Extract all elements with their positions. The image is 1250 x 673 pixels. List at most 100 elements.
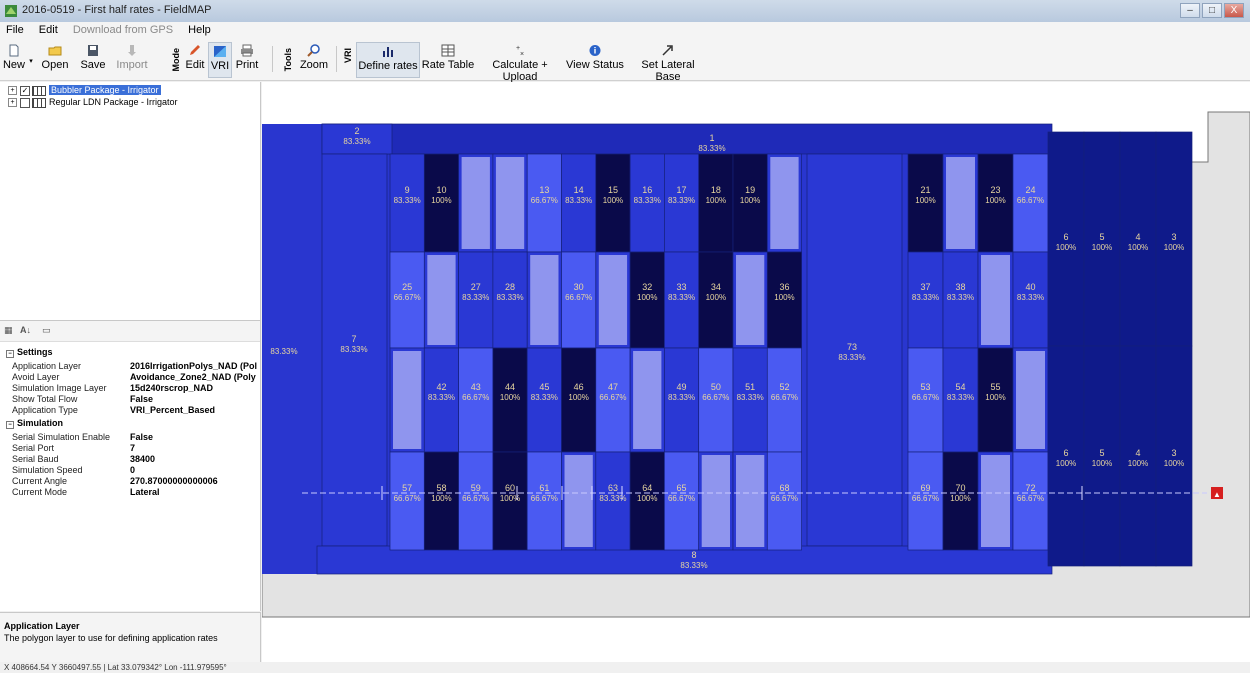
rate-zone-highlight bbox=[427, 255, 456, 345]
property-row[interactable]: Application Type VRI_Percent_Based bbox=[0, 405, 260, 415]
property-value[interactable]: VRI_Percent_Based bbox=[130, 405, 260, 415]
import-label: Import bbox=[116, 59, 148, 71]
import-button[interactable]: Import bbox=[114, 42, 150, 76]
zone-id-label: 53 bbox=[920, 382, 930, 392]
minimize-button[interactable]: – bbox=[1180, 3, 1200, 18]
zone-rate-label: 83.33% bbox=[496, 293, 523, 302]
property-row[interactable]: Application Layer 2016IrrigationPolys_NAD… bbox=[0, 361, 260, 371]
map-view[interactable]: 1 83.33% 2 83.33% 7 83.33% 83.33% 73 83.33% 8 83.3… bbox=[262, 82, 1250, 662]
zone-id-label: 38 bbox=[955, 282, 965, 292]
magnifier-icon bbox=[307, 44, 320, 57]
property-row[interactable]: Serial Port 7 bbox=[0, 443, 260, 453]
layer-name[interactable]: Regular LDN Package - Irrigator bbox=[49, 97, 178, 107]
zone-id-label: 40 bbox=[1025, 282, 1035, 292]
zone-id-label: 58 bbox=[436, 483, 446, 493]
rate-zone-highlight bbox=[495, 157, 525, 249]
settings-category[interactable]: − Settings bbox=[0, 347, 53, 359]
property-value[interactable]: 38400 bbox=[130, 454, 260, 464]
property-row[interactable]: Serial Baud 38400 bbox=[0, 454, 260, 464]
zone-rate-label: 66.67% bbox=[771, 393, 798, 402]
property-row[interactable]: Simulation Image Layer 15d240rscrop_NAD bbox=[0, 383, 260, 393]
zone-id-label: 47 bbox=[608, 382, 618, 392]
zone-rate-label: 66.67% bbox=[531, 494, 558, 503]
property-value[interactable]: 15d240rscrop_NAD bbox=[130, 383, 260, 393]
description-title: Application Layer bbox=[4, 621, 80, 631]
property-value[interactable]: 270.87000000000006 bbox=[130, 476, 260, 486]
menu-edit[interactable]: Edit bbox=[33, 22, 64, 36]
zone-rate-label: 100% bbox=[706, 293, 726, 302]
property-row[interactable]: Show Total Flow False bbox=[0, 394, 260, 404]
new-file-icon bbox=[9, 44, 19, 57]
layer-row[interactable]: + Regular LDN Package - Irrigator bbox=[8, 97, 178, 109]
rate-table-button[interactable]: Rate Table bbox=[420, 42, 476, 76]
zoom-button[interactable]: Zoom bbox=[298, 42, 330, 76]
set-lateral-base-button[interactable]: Set Lateral Base bbox=[628, 42, 708, 83]
zone-rate-label: 83.33% bbox=[680, 561, 707, 570]
property-row[interactable]: Current Mode Lateral bbox=[0, 487, 260, 497]
property-row[interactable]: Simulation Speed 0 bbox=[0, 465, 260, 475]
property-pages-icon[interactable]: ▭ bbox=[42, 325, 51, 336]
property-value[interactable]: 2016IrrigationPolys_NAD (Pol bbox=[130, 361, 260, 371]
property-row[interactable]: Current Angle 270.87000000000006 bbox=[0, 476, 260, 486]
vri-mode-button[interactable]: VRI bbox=[208, 42, 232, 78]
collapse-icon[interactable]: − bbox=[6, 421, 14, 429]
maximize-button[interactable]: □ bbox=[1202, 3, 1222, 18]
calculate-upload-button[interactable]: + × Calculate + Upload bbox=[478, 42, 562, 83]
property-value[interactable]: 7 bbox=[130, 443, 260, 453]
new-dropdown-arrow[interactable]: ▾ bbox=[28, 42, 34, 76]
property-value[interactable]: Avoidance_Zone2_NAD (Poly bbox=[130, 372, 260, 382]
rate-zone-highlight bbox=[393, 351, 422, 449]
checkbox-unchecked-icon[interactable] bbox=[20, 97, 30, 108]
categorized-view-icon[interactable]: ▦ bbox=[4, 325, 13, 336]
property-value[interactable]: False bbox=[130, 432, 260, 442]
zone-id-label: 46 bbox=[574, 382, 584, 392]
menu-bar: File Edit Download from GPS Help bbox=[0, 22, 1250, 40]
zone-id-label: 28 bbox=[505, 282, 515, 292]
property-value[interactable]: False bbox=[130, 394, 260, 404]
zone-rate-label: 66.67% bbox=[462, 494, 489, 503]
property-value[interactable]: 0 bbox=[130, 465, 260, 475]
menu-download-from-gps[interactable]: Download from GPS bbox=[67, 22, 179, 36]
zoom-label: Zoom bbox=[299, 59, 329, 71]
zone-id-label: 43 bbox=[471, 382, 481, 392]
define-rates-label: Define rates bbox=[358, 60, 418, 72]
property-row[interactable]: Serial Simulation Enable False bbox=[0, 432, 260, 442]
zone-rate-label: 83.33% bbox=[634, 196, 661, 205]
zone-rate-label: 66.67% bbox=[462, 393, 489, 402]
layer-tree-panel: + ✓ Bubbler Package - Irrigator + Regular L… bbox=[0, 82, 261, 320]
vri-group-label: VRI bbox=[343, 48, 353, 64]
new-button[interactable]: New bbox=[2, 42, 26, 76]
pencil-icon bbox=[190, 45, 200, 55]
alphabetical-sort-icon[interactable]: A↓ bbox=[20, 325, 31, 335]
menu-help[interactable]: Help bbox=[182, 22, 217, 36]
simulation-category[interactable]: − Simulation bbox=[0, 418, 63, 430]
layer-name[interactable]: Bubbler Package - Irrigator bbox=[49, 85, 161, 95]
checkbox-checked-icon[interactable]: ✓ bbox=[20, 85, 30, 96]
view-status-button[interactable]: View Status bbox=[566, 42, 624, 76]
zone-id-label: 8 bbox=[691, 550, 696, 560]
define-rates-button[interactable]: Define rates bbox=[356, 42, 420, 78]
expand-icon[interactable]: + bbox=[8, 98, 17, 108]
zone-id-label: 45 bbox=[539, 382, 549, 392]
save-button[interactable]: Save bbox=[78, 42, 108, 76]
zone-id-label: 15 bbox=[608, 185, 618, 195]
open-button[interactable]: Open bbox=[38, 42, 72, 76]
print-button[interactable]: Print bbox=[232, 42, 262, 76]
layer-row[interactable]: + ✓ Bubbler Package - Irrigator bbox=[8, 85, 161, 97]
new-label: New bbox=[2, 59, 25, 71]
menu-file[interactable]: File bbox=[0, 22, 30, 36]
edit-button[interactable]: Edit bbox=[184, 42, 206, 76]
rate-zone-highlight bbox=[598, 255, 628, 345]
zone-rate-label: 100% bbox=[985, 196, 1005, 205]
property-row[interactable]: Avoid Layer Avoidance_Zone2_NAD (Poly bbox=[0, 372, 260, 382]
close-button[interactable]: X bbox=[1224, 3, 1244, 18]
save-label: Save bbox=[80, 59, 106, 71]
property-value[interactable]: Lateral bbox=[130, 487, 260, 497]
zone-id-label: 57 bbox=[402, 483, 412, 493]
printer-icon bbox=[241, 44, 253, 57]
collapse-icon[interactable]: − bbox=[6, 350, 14, 358]
expand-icon[interactable]: + bbox=[8, 86, 17, 96]
map-canvas[interactable]: 183.33%283.33%783.33%83.33% 7383.33%883.3… bbox=[262, 82, 1250, 662]
zone-id-label: 59 bbox=[471, 483, 481, 493]
rate-zone-highlight bbox=[633, 351, 662, 449]
